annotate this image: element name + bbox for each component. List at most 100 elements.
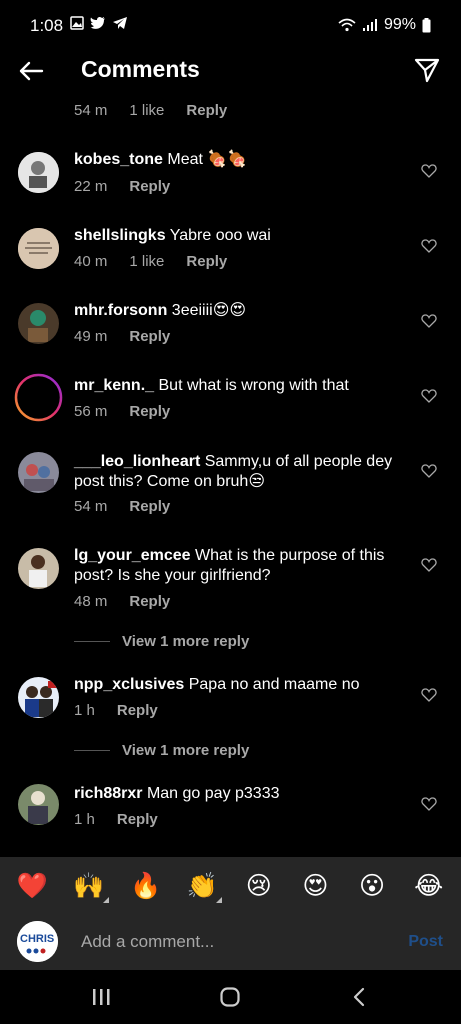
emoji-fire[interactable]: 🔥 bbox=[126, 872, 166, 901]
recent-apps-icon[interactable] bbox=[90, 986, 112, 1008]
comment-username[interactable]: lg_your_emcee bbox=[74, 547, 191, 564]
emoji-glyph: 👏 bbox=[186, 871, 218, 900]
comment-content: Yabre ooo wai bbox=[169, 227, 271, 244]
avatar[interactable] bbox=[18, 452, 59, 493]
comment-time: 54 m bbox=[74, 498, 108, 515]
view-more-label[interactable]: View 1 more reply bbox=[122, 633, 249, 650]
comment-username[interactable]: ___leo_lionheart bbox=[74, 453, 200, 470]
gallery-icon bbox=[70, 16, 84, 30]
comment-meta: 54 m Reply bbox=[74, 498, 192, 515]
reply-button[interactable]: Reply bbox=[129, 593, 170, 610]
back-nav-icon[interactable] bbox=[349, 986, 371, 1008]
view-more-replies[interactable]: View 1 more reply bbox=[74, 633, 249, 650]
comment-likes[interactable]: 1 like bbox=[129, 102, 164, 119]
story-ring-avatar[interactable] bbox=[14, 373, 63, 422]
comment-time: 22 m bbox=[74, 178, 108, 195]
emoji-surprised[interactable]: 😮 bbox=[352, 871, 392, 901]
view-more-label[interactable]: View 1 more reply bbox=[122, 742, 249, 759]
like-heart-icon[interactable] bbox=[421, 163, 437, 179]
comment-username[interactable]: npp_xclusives bbox=[74, 676, 184, 693]
comment-time: 1 h bbox=[74, 702, 95, 719]
avatar[interactable] bbox=[18, 152, 59, 193]
avatar[interactable] bbox=[18, 784, 59, 825]
like-heart-icon[interactable] bbox=[421, 463, 437, 479]
avatar[interactable] bbox=[18, 228, 59, 269]
like-heart-icon[interactable] bbox=[421, 238, 437, 254]
emoji-glyph: 🙌 bbox=[73, 871, 105, 900]
comment-input[interactable]: Add a comment... bbox=[81, 932, 214, 952]
view-more-replies[interactable]: View 1 more reply bbox=[74, 742, 249, 759]
comment-time: 1 h bbox=[74, 811, 95, 828]
avatar[interactable] bbox=[18, 677, 59, 718]
skin-tone-indicator bbox=[216, 896, 223, 903]
comment-meta: 1 h Reply bbox=[74, 811, 180, 828]
emoji-heart-eyes[interactable]: 😍 bbox=[295, 871, 335, 901]
like-heart-icon[interactable] bbox=[421, 687, 437, 703]
reply-button[interactable]: Reply bbox=[117, 811, 158, 828]
reply-button[interactable]: Reply bbox=[129, 498, 170, 515]
reply-button[interactable]: Reply bbox=[117, 702, 158, 719]
comment-username[interactable]: mhr.forsonn bbox=[74, 302, 167, 319]
emoji-heart[interactable]: ❤️ bbox=[12, 872, 52, 901]
like-heart-icon[interactable] bbox=[421, 557, 437, 573]
comment-time: 56 m bbox=[74, 403, 108, 420]
reply-button[interactable]: Reply bbox=[129, 328, 170, 345]
notification-icons bbox=[70, 16, 128, 30]
page-title: Comments bbox=[81, 56, 200, 82]
comment-content: 3eeiiii😍😍 bbox=[171, 302, 247, 319]
emoji-laughing[interactable]: 😂 bbox=[409, 871, 449, 901]
comment-username[interactable]: kobes_tone bbox=[74, 151, 163, 168]
comment-text: lg_your_emcee What is the purpose of thi… bbox=[74, 546, 409, 586]
previous-comment-meta: 54 m 1 like Reply bbox=[74, 102, 249, 119]
comment-content: Man go pay p3333 bbox=[146, 785, 280, 802]
home-icon[interactable] bbox=[219, 986, 241, 1008]
system-nav-bar bbox=[0, 970, 461, 1024]
like-heart-icon[interactable] bbox=[421, 313, 437, 329]
emoji-clap[interactable]: 👏 bbox=[182, 871, 223, 903]
comments-header: Comments bbox=[0, 52, 461, 88]
reply-button[interactable]: Reply bbox=[186, 102, 227, 119]
comment-content: Meat 🍖🍖 bbox=[167, 151, 248, 168]
signal-icon bbox=[362, 19, 377, 31]
avatar[interactable] bbox=[18, 548, 59, 589]
twitter-icon bbox=[90, 16, 105, 29]
current-user-avatar: CHRIS bbox=[17, 921, 58, 962]
comment-time: 54 m bbox=[74, 102, 108, 119]
comment-username[interactable]: shellslingks bbox=[74, 227, 166, 244]
comment-meta: 22 m Reply bbox=[74, 178, 192, 195]
status-time: 1:08 bbox=[30, 16, 64, 35]
emoji-crying[interactable]: 😢 bbox=[239, 871, 279, 901]
emoji-raised-hands[interactable]: 🙌 bbox=[69, 871, 109, 903]
comment-time: 49 m bbox=[74, 328, 108, 345]
like-heart-icon[interactable] bbox=[421, 796, 437, 812]
comment-meta: 48 m Reply bbox=[74, 593, 192, 610]
divider-line bbox=[74, 750, 110, 751]
post-button[interactable]: Post bbox=[408, 933, 443, 951]
status-bar: 1:08 99% bbox=[0, 0, 461, 52]
comment-likes[interactable]: 1 like bbox=[129, 253, 164, 270]
comment-composer: CHRIS Add a comment... Post bbox=[0, 915, 461, 970]
back-arrow-icon[interactable] bbox=[16, 56, 46, 86]
wifi-icon bbox=[338, 18, 356, 32]
comment-text: mhr.forsonn 3eeiiii😍😍 bbox=[74, 301, 409, 321]
comment-meta: 49 m Reply bbox=[74, 328, 192, 345]
skin-tone-indicator bbox=[102, 896, 109, 903]
comment-meta: 56 m Reply bbox=[74, 403, 192, 420]
avatar[interactable] bbox=[18, 303, 59, 344]
telegram-icon bbox=[113, 17, 127, 29]
comment-text: mr_kenn._ But what is wrong with that bbox=[74, 376, 409, 396]
battery-percent: 99% bbox=[383, 16, 416, 33]
comment-username[interactable]: rich88rxr bbox=[74, 785, 143, 802]
share-send-icon[interactable] bbox=[413, 56, 441, 84]
reply-button[interactable]: Reply bbox=[129, 178, 170, 195]
reply-button[interactable]: Reply bbox=[129, 403, 170, 420]
comment-text: rich88rxr Man go pay p3333 bbox=[74, 784, 409, 804]
comment-meta: 40 m 1 like Reply bbox=[74, 253, 249, 270]
avatar-logo-text: CHRIS bbox=[20, 933, 54, 945]
system-icons: 99% bbox=[338, 16, 431, 34]
reply-button[interactable]: Reply bbox=[186, 253, 227, 270]
comment-time: 48 m bbox=[74, 593, 108, 610]
like-heart-icon[interactable] bbox=[421, 388, 437, 404]
comment-username[interactable]: mr_kenn._ bbox=[74, 377, 154, 394]
comment-text: kobes_tone Meat 🍖🍖 bbox=[74, 150, 409, 170]
